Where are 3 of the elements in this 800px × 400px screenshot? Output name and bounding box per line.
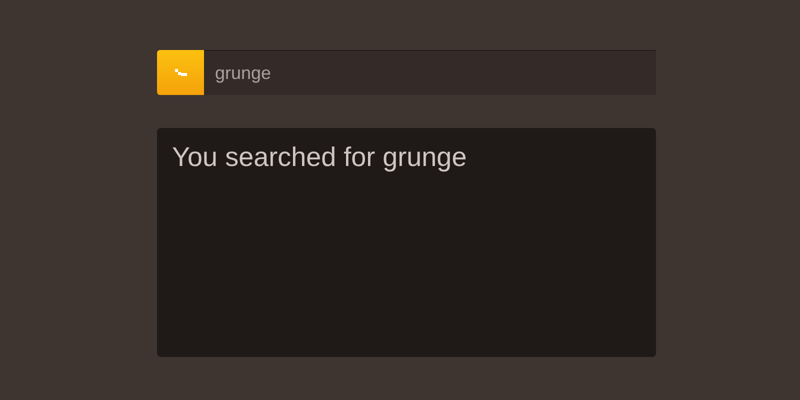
search-field[interactable]: grunge (204, 50, 656, 95)
search-button[interactable] (157, 50, 204, 95)
result-text: You searched for grunge (172, 142, 468, 173)
